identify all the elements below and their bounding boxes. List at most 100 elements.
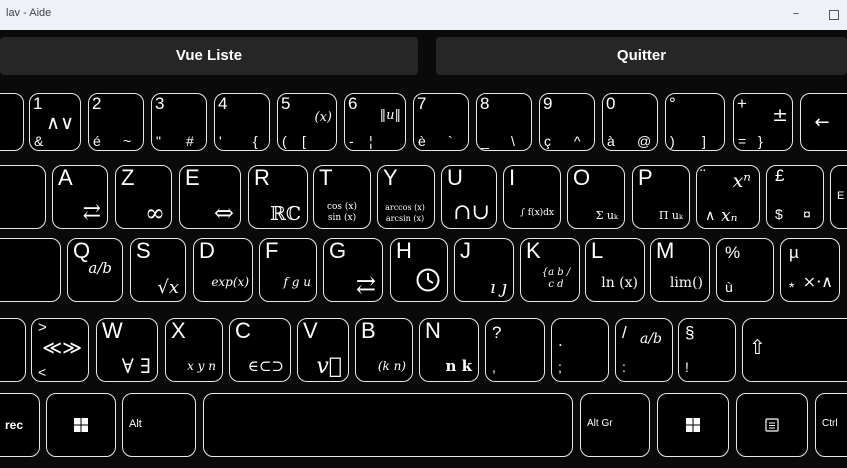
key-u[interactable]: U ∩∪: [441, 165, 497, 229]
key-windows-left[interactable]: [46, 393, 116, 457]
key-0[interactable]: 0 à @: [602, 93, 658, 151]
key-windows-right[interactable]: [657, 393, 729, 457]
key-tab[interactable]: [0, 165, 46, 229]
key-label: ∧: [705, 207, 716, 223]
key-z[interactable]: Z ∞: [115, 165, 172, 229]
key-1[interactable]: 1 ∧∨ &: [29, 93, 81, 151]
key-symbol: x y n: [187, 359, 216, 373]
key-t[interactable]: T cos (x) sin (x): [313, 165, 371, 229]
key-symbol: ⇄: [355, 271, 376, 299]
key-label: à: [607, 133, 615, 149]
key-b[interactable]: B (k n): [355, 318, 413, 382]
key-v[interactable]: V v⃗: [297, 318, 349, 382]
key-alt-gr[interactable]: Alt Gr: [580, 393, 650, 457]
key-caps-lock[interactable]: [0, 238, 61, 302]
key-enter[interactable]: E: [830, 165, 847, 229]
key-e[interactable]: E ⇔: [179, 165, 241, 229]
key-label: °: [669, 94, 676, 113]
key-label: E: [837, 190, 845, 202]
key-shift-left[interactable]: [0, 318, 26, 382]
key-menu[interactable]: [736, 393, 808, 457]
key-symbol: Σ uₖ: [595, 209, 618, 222]
key-s[interactable]: S √x: [130, 238, 186, 302]
key-period[interactable]: . ;: [551, 318, 609, 382]
key-ctrl-right[interactable]: Ctrl: [815, 393, 847, 457]
key-i[interactable]: I ∫ f(x)dx: [503, 165, 561, 229]
key-8[interactable]: 8 _ \: [476, 93, 532, 151]
minimize-button[interactable]: –: [786, 4, 806, 24]
key-pound[interactable]: £ $ ¤: [766, 165, 824, 229]
key-label: W: [102, 318, 123, 343]
quit-button[interactable]: Quitter: [436, 37, 847, 75]
key-2[interactable]: 2 é ~: [88, 93, 144, 151]
key-slash[interactable]: / a/b :: [615, 318, 673, 382]
key-label: }: [758, 133, 763, 149]
key-5[interactable]: 5 (x) ( [: [277, 93, 337, 151]
key-label: £: [775, 166, 785, 185]
key-label: Ctrl: [822, 418, 838, 429]
key-d[interactable]: D exp(x): [193, 238, 253, 302]
key-label: !: [685, 359, 689, 375]
key-label: ;: [558, 359, 562, 375]
key-degree[interactable]: ° ) ]: [665, 93, 725, 151]
key-p[interactable]: P Π uₖ: [632, 165, 690, 229]
key-space[interactable]: [203, 393, 573, 457]
key-label: I: [509, 165, 516, 190]
key-7[interactable]: 7 è `: [413, 93, 469, 151]
key-symbol: a/b: [88, 259, 112, 277]
title-bar: lav - Aide –: [0, 0, 847, 30]
key-symbol: ∫ f(x)dx: [520, 208, 554, 218]
key-n[interactable]: N n k: [419, 318, 479, 382]
key-less-than[interactable]: > ≪≫ <: [31, 318, 89, 382]
key-power[interactable]: ¨ xⁿ ∧ xₙ: [696, 165, 760, 229]
key-9[interactable]: 9 ç ^: [539, 93, 595, 151]
key-plus[interactable]: + ± = }: [733, 93, 793, 151]
key-q[interactable]: Q a/b: [67, 238, 123, 302]
key-ctrl-left[interactable]: rec: [0, 393, 40, 457]
key-o[interactable]: O Σ uₖ: [567, 165, 625, 229]
key-section[interactable]: § !: [678, 318, 736, 382]
key-mu[interactable]: µ * ×·∧: [780, 238, 840, 302]
key-label: H: [396, 238, 412, 263]
key-label: ^: [574, 133, 581, 149]
key-label: L: [591, 238, 604, 263]
key-f[interactable]: F f g u: [259, 238, 317, 302]
key-shift-right[interactable]: ⇧: [742, 318, 847, 382]
key-label: 5: [281, 94, 291, 113]
key-superscript[interactable]: [0, 93, 24, 151]
key-label: §: [685, 323, 695, 342]
key-alt-left[interactable]: Alt: [122, 393, 196, 457]
key-symbol: arccos (x) arcsin (x): [385, 203, 425, 223]
key-symbol: ∧∨: [46, 112, 74, 134]
key-label: rec: [5, 418, 24, 432]
key-question[interactable]: ? ,: [485, 318, 545, 382]
key-j[interactable]: J ı ȷ: [454, 238, 514, 302]
maximize-button[interactable]: [829, 10, 839, 20]
key-4[interactable]: 4 ' {: [214, 93, 270, 151]
key-symbol: ×·∧: [802, 272, 833, 291]
key-h[interactable]: H: [390, 238, 448, 302]
key-l[interactable]: L ln (x): [585, 238, 645, 302]
key-backspace[interactable]: ←: [800, 93, 847, 151]
key-g[interactable]: G ⇄: [323, 238, 383, 302]
list-view-button[interactable]: Vue Liste: [0, 37, 418, 75]
key-3[interactable]: 3 " #: [151, 93, 207, 151]
key-6[interactable]: 6 ‖u‖ - ¦: [344, 93, 406, 151]
key-label: -: [349, 133, 354, 149]
key-symbol: √x: [157, 277, 179, 298]
key-r[interactable]: R ℝℂ: [248, 165, 308, 229]
key-m[interactable]: M lim(): [650, 238, 710, 302]
key-label: @: [637, 133, 652, 149]
key-symbol: ∞: [145, 199, 165, 227]
key-w[interactable]: W ∀ ∃: [96, 318, 158, 382]
menu-icon: [765, 418, 779, 432]
key-a[interactable]: A ⇄: [52, 165, 108, 229]
key-label: \: [511, 133, 515, 149]
key-y[interactable]: Y arccos (x) arcsin (x): [377, 165, 435, 229]
key-x[interactable]: X x y n: [165, 318, 223, 382]
key-label: /: [622, 323, 627, 342]
key-percent[interactable]: % ù: [716, 238, 774, 302]
key-c[interactable]: C ∈⊂⊃: [229, 318, 291, 382]
key-label: K: [526, 238, 541, 263]
key-k[interactable]: K {a b / c d: [520, 238, 580, 302]
